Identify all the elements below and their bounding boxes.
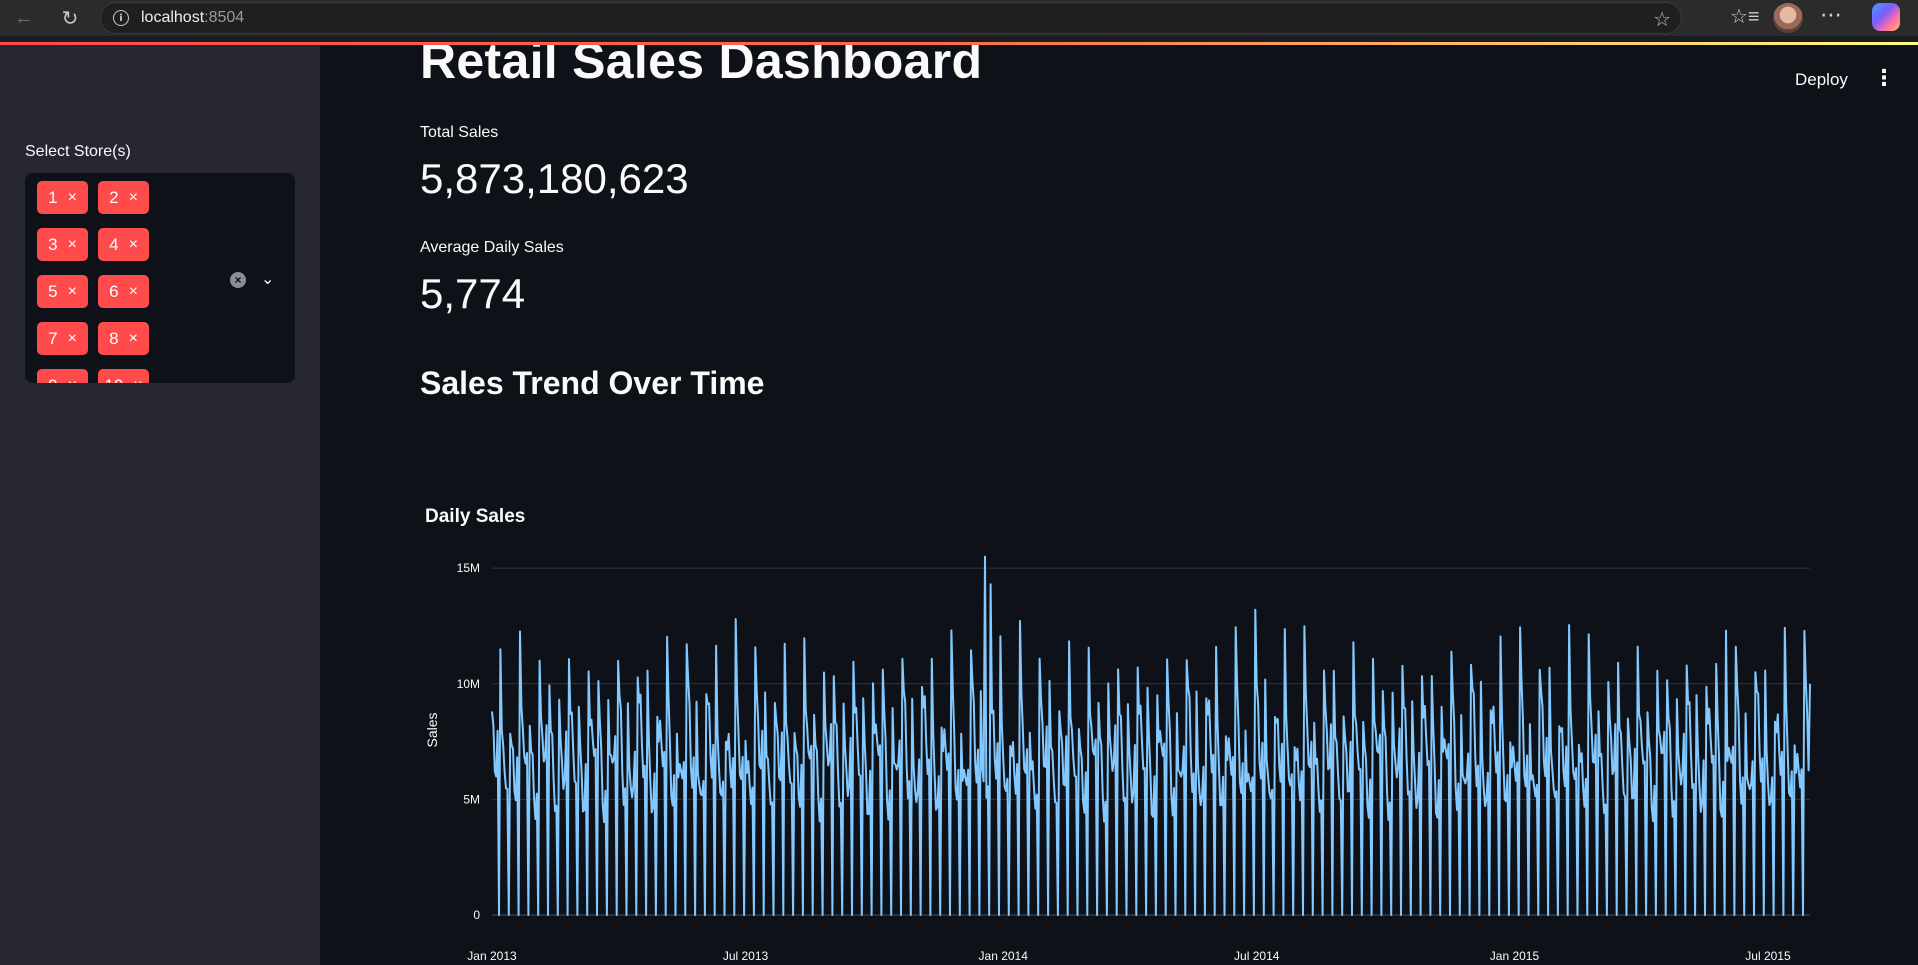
store-tag[interactable]: 1 × xyxy=(37,181,88,214)
copilot-icon[interactable] xyxy=(1872,3,1900,31)
y-tick-label: 5M xyxy=(463,792,480,806)
more-options-icon[interactable]: ⋯ xyxy=(1820,2,1843,28)
remove-tag-icon[interactable]: × xyxy=(129,283,138,301)
remove-tag-icon[interactable]: × xyxy=(129,236,138,254)
favorite-star-icon[interactable]: ☆ xyxy=(1653,7,1671,32)
address-bar[interactable]: i localhost:8504 ☆ xyxy=(100,2,1682,34)
remove-tag-icon[interactable]: × xyxy=(133,377,142,384)
avg-daily-sales-label: Average Daily Sales xyxy=(420,239,564,256)
store-tag-label: 3 xyxy=(48,234,58,254)
store-tag[interactable]: 6 × xyxy=(98,275,149,308)
info-icon[interactable]: i xyxy=(113,10,129,26)
x-tick-label: Jan 2014 xyxy=(979,949,1029,963)
x-tick-label: Jan 2015 xyxy=(1490,949,1540,963)
store-tag[interactable]: 2 × xyxy=(98,181,149,214)
store-tag-label: 1 xyxy=(48,187,58,207)
chart-title: Daily Sales xyxy=(425,506,525,527)
store-tag-label: 10 xyxy=(104,376,123,384)
deploy-button[interactable]: Deploy xyxy=(1795,70,1848,90)
url-host: localhost xyxy=(141,9,205,26)
remove-tag-icon[interactable]: × xyxy=(68,377,77,384)
url-port: :8504 xyxy=(204,9,245,26)
sidebar: Select Store(s) 1×2×3×4×5×6×7×8×9×10× × … xyxy=(0,45,320,965)
total-sales-label: Total Sales xyxy=(420,124,499,141)
remove-tag-icon[interactable]: × xyxy=(68,283,77,301)
y-tick-label: 10M xyxy=(457,677,480,691)
store-tag-label: 7 xyxy=(48,328,58,348)
remove-tag-icon[interactable]: × xyxy=(68,189,77,207)
browser-toolbar: ← ↻ i localhost:8504 ☆ ☆≡ ⋯ xyxy=(0,0,1918,36)
store-tag-label: 5 xyxy=(48,281,58,301)
store-tag-label: 4 xyxy=(109,234,119,254)
store-tag-label: 6 xyxy=(109,281,119,301)
main-menu-icon[interactable]: ⋮ xyxy=(1873,65,1895,91)
remove-tag-icon[interactable]: × xyxy=(68,236,77,254)
section-title: Sales Trend Over Time xyxy=(420,365,765,401)
avg-daily-sales-value: 5,774 xyxy=(420,270,526,317)
store-tag[interactable]: 10 × xyxy=(98,369,149,383)
clear-all-icon[interactable]: × xyxy=(230,272,246,288)
x-tick-label: Jan 2013 xyxy=(467,949,517,963)
main-content: Retail Sales Dashboard Deploy ⋮ Total Sa… xyxy=(320,45,1918,965)
y-axis-label: Sales xyxy=(424,712,440,747)
back-arrow-icon[interactable]: ← xyxy=(10,4,38,32)
chevron-down-icon[interactable]: ⌄ xyxy=(261,269,274,289)
x-tick-label: Jul 2014 xyxy=(1234,949,1280,963)
y-tick-label: 15M xyxy=(457,561,480,575)
avatar[interactable] xyxy=(1773,3,1803,33)
total-sales-value: 5,873,180,623 xyxy=(420,155,689,202)
page-title: Retail Sales Dashboard xyxy=(420,45,983,89)
x-tick-label: Jul 2015 xyxy=(1745,949,1791,963)
chart-svg: Daily Sales 0 5M 10M 15M Jan 2013 Jul 2013 Jan … xyxy=(424,506,1811,963)
store-tag-label: 9 xyxy=(48,376,57,384)
store-tag[interactable]: 9× xyxy=(37,369,88,383)
store-tag[interactable]: 4 × xyxy=(98,228,149,261)
store-tag[interactable]: 3 × xyxy=(37,228,88,261)
y-tick-label: 0 xyxy=(473,908,480,922)
remove-tag-icon[interactable]: × xyxy=(129,330,138,348)
store-select-label: Select Store(s) xyxy=(25,143,131,160)
daily-sales-line xyxy=(491,555,1811,916)
store-tag-label: 8 xyxy=(109,328,119,348)
x-tick-label: Jul 2013 xyxy=(723,949,769,963)
store-tag[interactable]: 7 × xyxy=(37,322,88,355)
store-tag-label: 2 xyxy=(109,187,119,207)
reload-icon[interactable]: ↻ xyxy=(56,4,84,32)
remove-tag-icon[interactable]: × xyxy=(129,189,138,207)
store-multiselect[interactable]: 1×2×3×4×5×6×7×8×9×10× × ⌄ xyxy=(25,173,295,383)
favorites-icon[interactable]: ☆≡ xyxy=(1730,4,1760,29)
store-tag[interactable]: 5 × xyxy=(37,275,88,308)
selected-store-tags: 1×2×3×4×5×6×7×8×9×10× xyxy=(37,181,177,383)
remove-tag-icon[interactable]: × xyxy=(68,330,77,348)
store-tag[interactable]: 8 × xyxy=(98,322,149,355)
daily-sales-chart[interactable]: Daily Sales 0 5M 10M 15M Jan 2013 Jul 2013 Jan … xyxy=(420,465,1860,965)
